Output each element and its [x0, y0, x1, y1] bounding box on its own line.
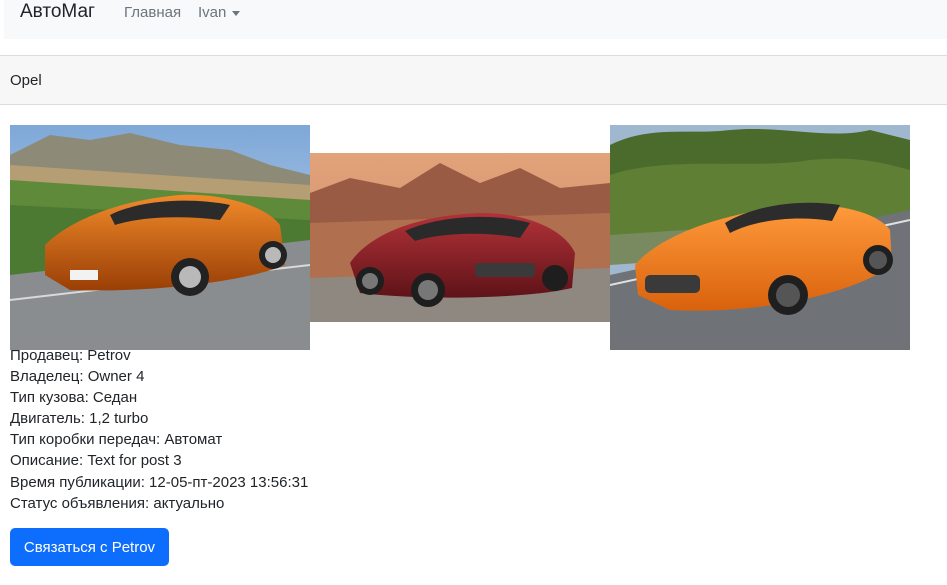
description-line: Описание: Text for post 3	[10, 452, 182, 470]
top-navbar: АвтоМаг Главная Ivan	[4, 0, 947, 39]
post-header: Opel	[0, 55, 947, 105]
caret-down-icon	[232, 10, 241, 16]
brand-link[interactable]: АвтоМаг	[20, 1, 95, 23]
contact-seller-button[interactable]: Связаться с Petrov	[10, 528, 169, 566]
nav-home-link[interactable]: Главная	[124, 4, 181, 21]
body-type-line: Тип кузова: Седан	[10, 389, 138, 407]
car-photo-1	[10, 125, 310, 350]
status-line: Статус объявления: актуально	[10, 494, 225, 512]
car-photo-2	[310, 153, 610, 322]
transmission-line: Тип коробки передач: Автомат	[10, 431, 223, 449]
car-photo-3	[610, 125, 910, 350]
seller-line: Продавец: Petrov	[10, 347, 131, 364]
post-title: Opel	[10, 72, 42, 89]
published-time-line: Время публикации: 12-05-пт-2023 13:56:31	[10, 473, 309, 491]
engine-line: Двигатель: 1,2 turbo	[10, 410, 149, 428]
user-name-label: Ivan	[198, 4, 227, 21]
post-details: Продавец: Petrov Владелец: Owner 4 Тип к…	[10, 345, 308, 514]
user-dropdown-toggle[interactable]: Ivan	[198, 4, 241, 21]
owner-line: Владелец: Owner 4	[10, 368, 145, 386]
